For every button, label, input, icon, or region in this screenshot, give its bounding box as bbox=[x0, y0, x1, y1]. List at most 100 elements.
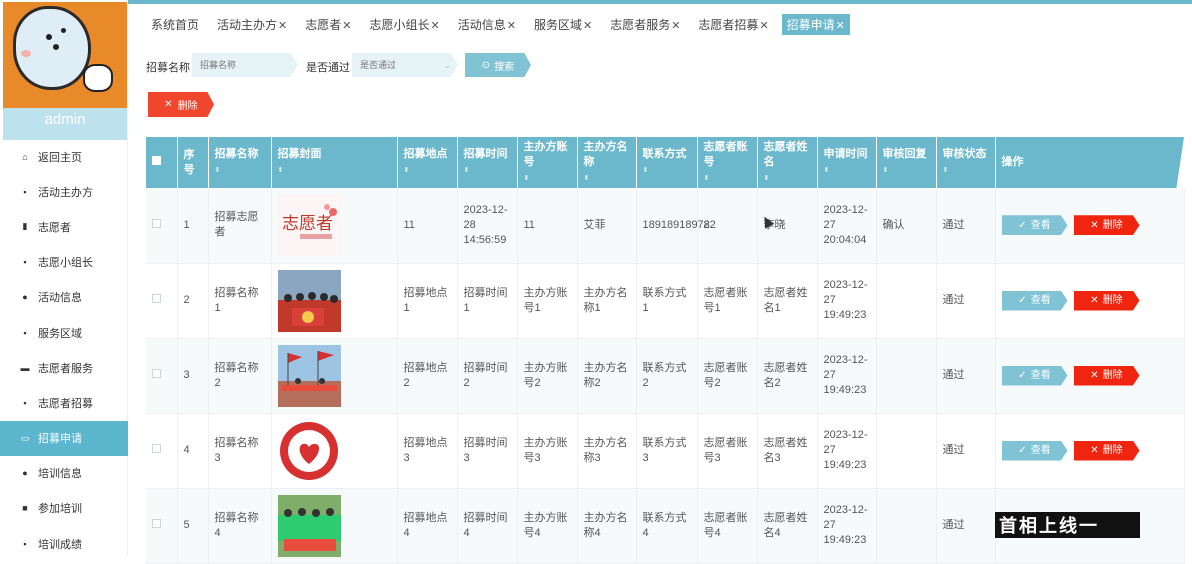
close-icon[interactable]: ✕ bbox=[671, 20, 680, 32]
view-button[interactable]: ✓查看 bbox=[1001, 365, 1068, 386]
sort-icon[interactable]: ⬍ bbox=[524, 171, 571, 186]
grid-icon: ▪ bbox=[23, 186, 27, 197]
row-checkbox[interactable] bbox=[152, 369, 161, 378]
sort-icon[interactable]: ⬍ bbox=[584, 171, 630, 186]
sidebar-item-7[interactable]: ▬ 志愿者服务 bbox=[0, 350, 128, 385]
delete-button[interactable]: ✕删除 bbox=[1073, 290, 1140, 311]
column-header[interactable]: 主办方账号 ⬍ bbox=[517, 137, 578, 188]
delete-button[interactable]: ✕删除 bbox=[1073, 440, 1140, 461]
sort-icon[interactable]: ⬍ bbox=[464, 163, 511, 178]
cell-host-account: 11 bbox=[517, 188, 578, 264]
close-icon[interactable]: ✕ bbox=[507, 20, 516, 32]
avatar-cheek bbox=[21, 50, 31, 57]
cell-name: 招募名称4 bbox=[208, 488, 272, 564]
sort-icon[interactable]: ⬍ bbox=[764, 171, 811, 186]
column-header[interactable]: 申请时间 ⬍ bbox=[817, 137, 877, 188]
sort-icon[interactable]: ⬍ bbox=[704, 171, 751, 186]
avatar-eye bbox=[46, 34, 52, 40]
tab-3[interactable]: 志愿者✕ bbox=[300, 14, 356, 35]
recruit-name-input[interactable] bbox=[192, 53, 298, 77]
sidebar-item-5[interactable]: ● 活动信息 bbox=[0, 280, 128, 315]
close-icon[interactable]: ✕ bbox=[278, 20, 287, 32]
tab-1[interactable]: 系统首页 bbox=[146, 14, 204, 35]
view-button[interactable]: ✓查看 bbox=[1001, 215, 1068, 236]
column-header[interactable]: 审核状态 ⬍ bbox=[936, 137, 996, 188]
row-checkbox[interactable] bbox=[152, 218, 161, 228]
sidebar-item-label: 培训成绩 bbox=[38, 538, 82, 551]
sidebar-item-3[interactable]: ▮ 志愿者 bbox=[0, 209, 128, 244]
row-checkbox[interactable] bbox=[152, 294, 161, 303]
sidebar-item-2[interactable]: ▪ 活动主办方 bbox=[0, 174, 128, 209]
cell-status: 通过 bbox=[936, 263, 996, 339]
cell-apply-time: 2023-12-27 19:49:23 bbox=[817, 338, 877, 414]
cell-cover bbox=[271, 413, 398, 489]
delete-button[interactable]: ✕删除 bbox=[1073, 365, 1140, 386]
column-header[interactable]: 招募封面 ⬍ bbox=[271, 137, 398, 188]
cell-status: 通过 bbox=[936, 413, 996, 489]
column-header[interactable]: 志愿者账号 ⬍ bbox=[697, 137, 758, 188]
table-row: 2 招募名称1 招募地点1 招募时间1 主办方账号1 主办方名称1 联系方式1 志愿者账号1 志… bbox=[146, 263, 1185, 339]
sort-icon[interactable]: ⬍ bbox=[278, 163, 391, 178]
tab-8[interactable]: 志愿者招募✕ bbox=[693, 14, 773, 35]
sidebar-item-11[interactable]: ■ 参加培训 bbox=[0, 491, 128, 526]
close-icon[interactable]: ✕ bbox=[583, 20, 592, 32]
avatar[interactable] bbox=[3, 2, 127, 108]
close-icon[interactable]: ✕ bbox=[431, 20, 440, 32]
sidebar-item-1[interactable]: ⌂ 返回主页 bbox=[0, 139, 128, 174]
tab-4[interactable]: 志愿小组长✕ bbox=[364, 14, 444, 35]
sort-icon[interactable]: ⬍ bbox=[824, 163, 870, 178]
sort-icon[interactable]: ⬍ bbox=[643, 163, 691, 178]
column-header-label: 志愿者账号 bbox=[703, 140, 748, 168]
avatar-hand bbox=[83, 64, 113, 92]
sort-icon[interactable]: ⬍ bbox=[943, 163, 989, 178]
close-icon[interactable]: ✕ bbox=[342, 20, 351, 32]
sidebar-item-9[interactable]: ▭ 招募申请 bbox=[0, 420, 128, 456]
tab-2[interactable]: 活动主办方✕ bbox=[212, 14, 292, 35]
delete-label: 删除 bbox=[1102, 295, 1123, 306]
delete-button[interactable]: ✕删除 bbox=[1073, 215, 1140, 236]
sidebar-item-label: 志愿者服务 bbox=[38, 362, 93, 375]
avatar-eye bbox=[53, 44, 59, 50]
close-icon[interactable]: ✕ bbox=[759, 20, 768, 32]
tab-6[interactable]: 服务区域✕ bbox=[529, 14, 597, 35]
column-header[interactable]: 审核回复 ⬍ bbox=[876, 137, 937, 188]
tab-7[interactable]: 志愿者服务✕ bbox=[605, 14, 685, 35]
cell-index: 2 bbox=[177, 263, 209, 339]
sidebar-item-12[interactable]: ▪ 培训成绩 bbox=[0, 526, 128, 561]
cover-image bbox=[277, 419, 341, 482]
sidebar-item-4[interactable]: ▪ 志愿小组长 bbox=[0, 245, 128, 280]
column-header-label: 志愿者姓名 bbox=[763, 140, 808, 168]
pass-select[interactable] bbox=[352, 53, 458, 77]
column-header[interactable]: 志愿者姓名 ⬍ bbox=[757, 137, 818, 188]
column-header-label: 联系方式 bbox=[642, 148, 687, 160]
search-icon: ⊙ bbox=[481, 59, 491, 71]
view-button[interactable]: ✓查看 bbox=[1001, 290, 1068, 311]
view-button[interactable]: ✓查看 bbox=[1001, 440, 1068, 461]
sidebar-item-label: 培训信息 bbox=[38, 468, 82, 481]
select-all-checkbox[interactable] bbox=[152, 156, 161, 165]
tab-label: 系统首页 bbox=[151, 17, 200, 32]
batch-delete-button[interactable]: ✕ 删除 bbox=[148, 92, 214, 117]
cell-name: 招募名称2 bbox=[208, 338, 272, 414]
search-button[interactable]: ⊙ 搜索 bbox=[465, 53, 531, 77]
row-checkbox[interactable] bbox=[152, 444, 161, 453]
sort-icon[interactable]: ⬍ bbox=[215, 163, 265, 178]
sort-icon[interactable]: ⬍ bbox=[404, 163, 451, 178]
cell-reply bbox=[876, 338, 937, 414]
column-header[interactable]: 主办方名称 ⬍ bbox=[577, 137, 637, 188]
sidebar-item-6[interactable]: ▪ 服务区域 bbox=[0, 315, 128, 350]
column-header[interactable]: 招募时间 ⬍ bbox=[457, 137, 518, 188]
column-header[interactable]: 联系方式 ⬍ bbox=[636, 137, 698, 188]
column-header[interactable]: 招募地点 ⬍ bbox=[397, 137, 458, 188]
column-header[interactable]: 序号 bbox=[177, 137, 209, 188]
sidebar-item-8[interactable]: ▪ 志愿者招募 bbox=[0, 385, 128, 420]
sidebar-item-10[interactable]: ● 培训信息 bbox=[0, 456, 128, 491]
tab-9[interactable]: 招募申请✕ bbox=[781, 13, 850, 35]
row-checkbox[interactable] bbox=[152, 519, 161, 528]
close-icon[interactable]: ✕ bbox=[836, 20, 845, 32]
tab-label: 志愿者服务 bbox=[610, 17, 671, 32]
column-header[interactable]: 招募名称 ⬍ bbox=[208, 137, 272, 188]
sort-icon[interactable]: ⬍ bbox=[883, 163, 930, 178]
tab-5[interactable]: 活动信息✕ bbox=[453, 14, 521, 35]
cell-apply-time: 2023-12-27 19:49:23 bbox=[817, 488, 877, 564]
